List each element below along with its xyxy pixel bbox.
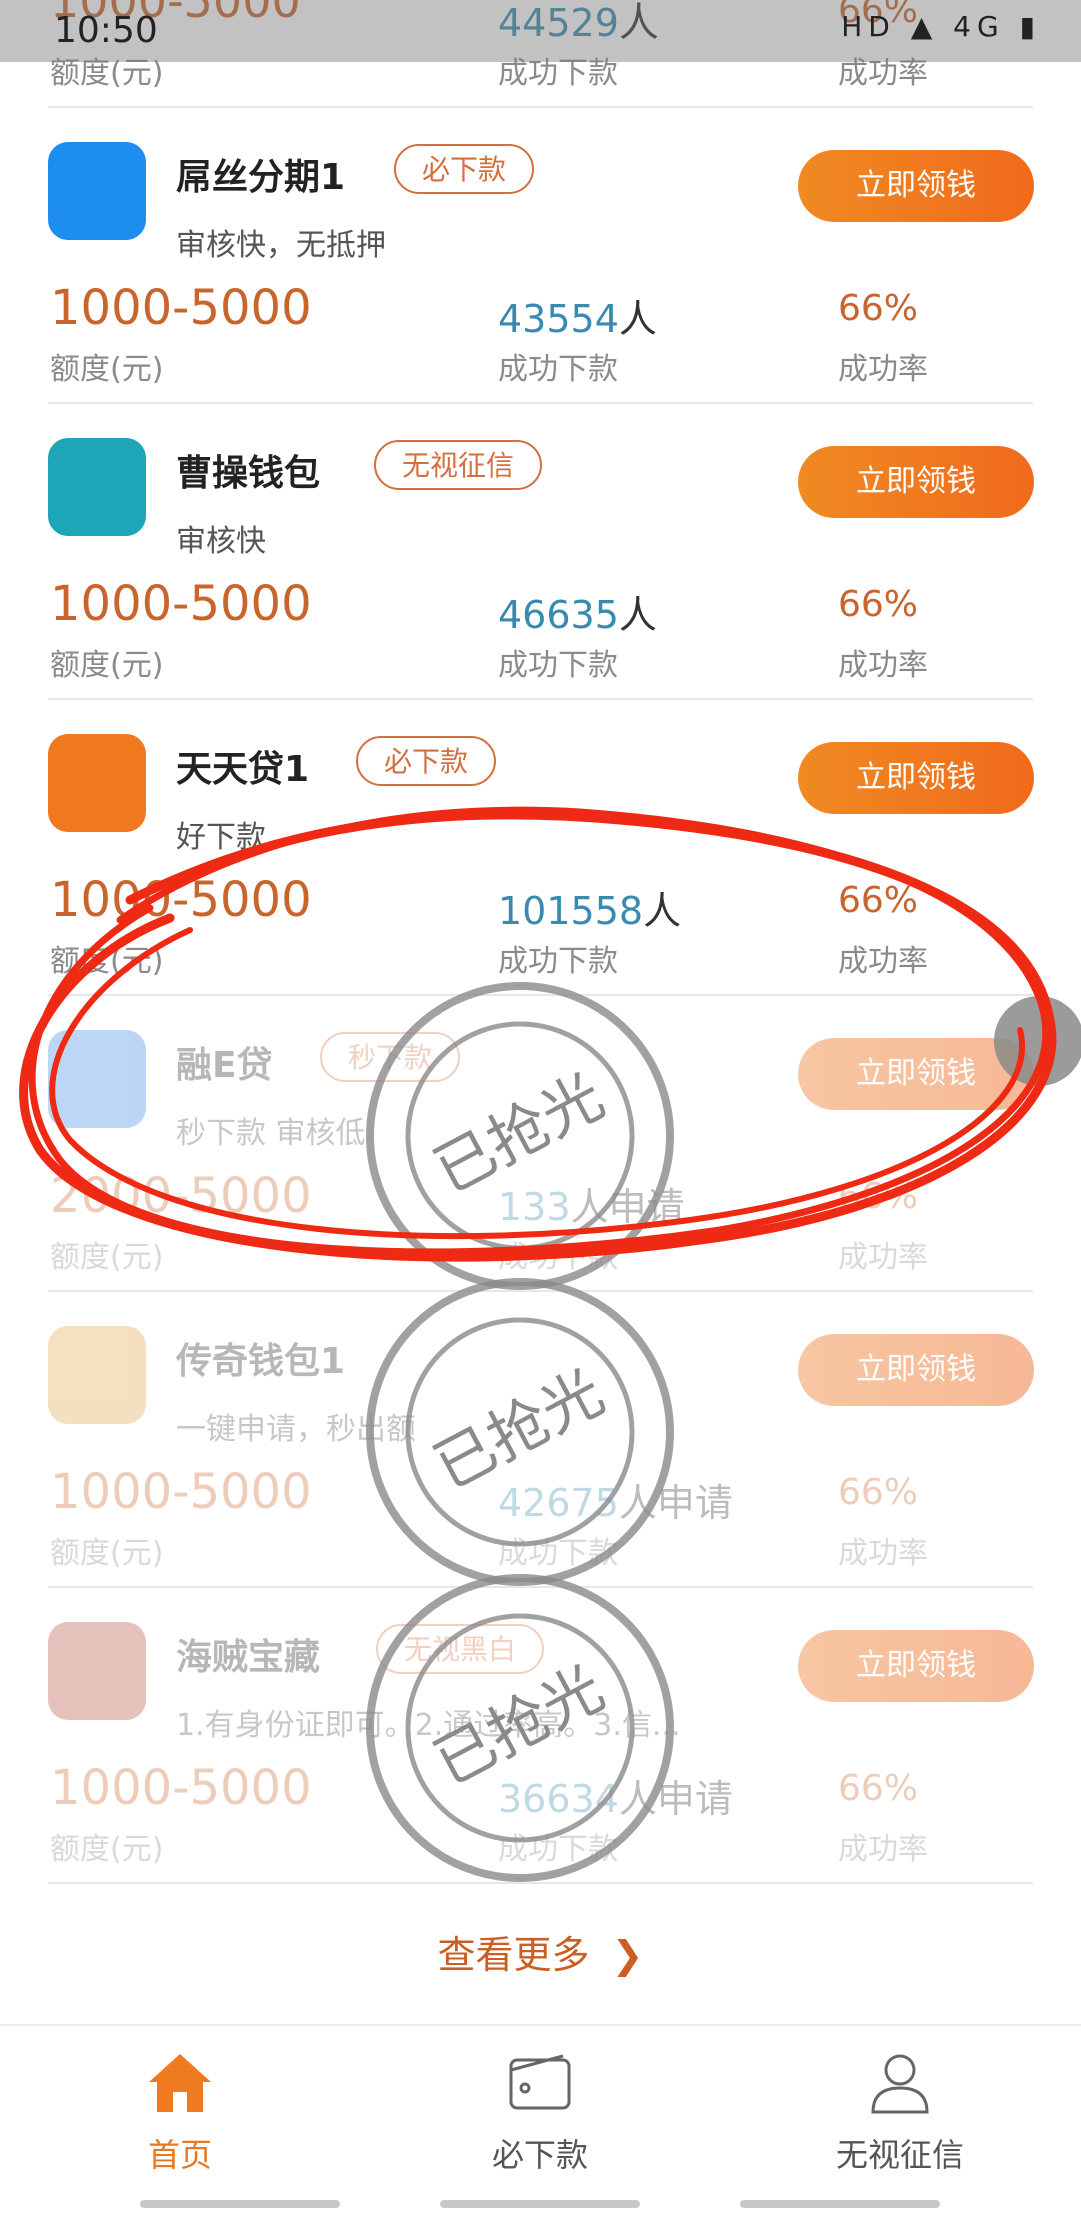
product-tag: 必下款 — [356, 736, 497, 786]
product-card[interactable]: 屌丝分期1 必下款 审核快，无抵押 1000-5000 额度(元) 43554人… — [0, 108, 1081, 404]
see-more-label: 查看更多 — [437, 1933, 590, 1977]
tab-label: 无视征信 — [835, 2136, 964, 2174]
product-tag: 无视征信 — [374, 440, 543, 490]
count-value: 43554人 — [498, 297, 657, 341]
tab-no-credit-check[interactable]: 无视征信 — [780, 2050, 1020, 2176]
rate-value: 66% — [838, 1768, 919, 1809]
count-label: 成功下款 — [498, 1240, 618, 1275]
rate-value: 66% — [838, 288, 919, 329]
product-description: 审核快 — [176, 524, 266, 559]
count-value: 133人申请 — [498, 1185, 685, 1229]
status-bar: 10:50 HD ▲ 4G ▮ — [0, 0, 1081, 62]
amount-label: 额度(元) — [50, 648, 164, 683]
status-icons: HD ▲ 4G ▮ — [841, 10, 1041, 43]
claim-money-button[interactable]: 立即领钱 — [798, 446, 1034, 518]
tab-label: 必下款 — [491, 2136, 588, 2174]
claim-money-button[interactable]: 立即领钱 — [798, 742, 1034, 814]
product-name: 海贼宝藏 — [176, 1637, 321, 1678]
product-name: 融E贷 — [176, 1045, 273, 1086]
amount-value: 2000-5000 — [50, 1168, 312, 1224]
product-name: 天天贷1 — [176, 749, 310, 790]
count-label: 成功下款 — [498, 352, 618, 387]
rate-value: 66% — [838, 584, 919, 625]
amount-label: 额度(元) — [50, 1832, 164, 1867]
product-name: 传奇钱包1 — [176, 1341, 346, 1382]
user-icon — [871, 2054, 929, 2114]
product-name: 曹操钱包 — [176, 453, 321, 494]
amount-value: 1000-5000 — [50, 1760, 312, 1816]
app-logo-icon — [48, 1030, 146, 1128]
rate-label: 成功率 — [838, 648, 928, 683]
app-logo-icon — [48, 438, 146, 536]
count-value: 46635人 — [498, 593, 657, 637]
app-logo-icon — [48, 1622, 146, 1720]
amount-label: 额度(元) — [50, 1240, 164, 1275]
count-value: 36634人申请 — [498, 1777, 733, 1821]
nav-pill — [140, 2200, 340, 2208]
amount-label: 额度(元) — [50, 944, 164, 979]
nav-pill — [740, 2200, 940, 2208]
product-description: 好下款 — [176, 820, 266, 855]
count-value: 101558人 — [498, 889, 682, 933]
app-logo-icon — [48, 1326, 146, 1424]
app-logo-icon — [48, 142, 146, 240]
tab-home[interactable]: 首页 — [60, 2050, 300, 2176]
nav-pill — [440, 2200, 640, 2208]
product-description: 审核快，无抵押 — [176, 228, 386, 263]
see-more-link[interactable]: 查看更多 ❯ — [0, 1924, 1081, 1979]
status-time: 10:50 — [54, 10, 158, 51]
count-label: 成功下款 — [498, 648, 618, 683]
rate-label: 成功率 — [838, 1832, 928, 1867]
claim-money-button[interactable]: 立即领钱 — [798, 150, 1034, 222]
product-card[interactable]: 海贼宝藏 无视黑白 1.有身份证即可。2.通过率高。3.信... 1000-50… — [0, 1588, 1081, 1884]
product-description: 秒下款 审核低 — [176, 1116, 366, 1151]
amount-value: 1000-5000 — [50, 872, 312, 928]
amount-value: 1000-5000 — [50, 280, 312, 336]
product-card[interactable]: 天天贷1 必下款 好下款 1000-5000 额度(元) 101558人 成功下… — [0, 700, 1081, 996]
product-card[interactable]: 曹操钱包 无视征信 审核快 1000-5000 额度(元) 46635人 成功下… — [0, 404, 1081, 700]
product-tag: 秒下款 — [320, 1032, 461, 1082]
rate-value: 66% — [838, 1472, 919, 1513]
count-label: 成功下款 — [498, 1536, 618, 1571]
product-card[interactable]: 传奇钱包1 一键申请，秒出额 1000-5000 额度(元) 42675人申请 … — [0, 1292, 1081, 1588]
claim-money-button[interactable]: 立即领钱 — [798, 1630, 1034, 1702]
divider — [48, 1882, 1033, 1884]
amount-label: 额度(元) — [50, 1536, 164, 1571]
product-description: 1.有身份证即可。2.通过率高。3.信... — [176, 1708, 681, 1743]
amount-value: 1000-5000 — [50, 1464, 312, 1520]
count-label: 成功下款 — [498, 944, 618, 979]
app-logo-icon — [48, 734, 146, 832]
floating-handle[interactable] — [994, 996, 1081, 1086]
rate-label: 成功率 — [838, 1536, 928, 1571]
tab-label: 首页 — [147, 2136, 212, 2174]
product-tag: 无视黑白 — [376, 1624, 545, 1674]
product-tag: 必下款 — [394, 144, 535, 194]
rate-label: 成功率 — [838, 352, 928, 387]
rate-value: 66% — [838, 1176, 919, 1217]
tab-must-loan[interactable]: 必下款 — [420, 2050, 660, 2176]
product-card[interactable]: 融E贷 秒下款 秒下款 审核低 2000-5000 额度(元) 133人申请 成… — [0, 996, 1081, 1292]
chevron-right-icon: ❯ — [611, 1933, 644, 1977]
wallet-icon — [509, 2054, 571, 2110]
rate-label: 成功率 — [838, 944, 928, 979]
count-label: 成功下款 — [498, 1832, 618, 1867]
claim-money-button[interactable]: 立即领钱 — [798, 1334, 1034, 1406]
amount-label: 额度(元) — [50, 352, 164, 387]
count-value: 42675人申请 — [498, 1481, 733, 1525]
rate-value: 66% — [838, 880, 919, 921]
product-description: 一键申请，秒出额 — [176, 1412, 416, 1447]
product-name: 屌丝分期1 — [176, 157, 346, 198]
home-icon — [149, 2054, 211, 2112]
amount-value: 1000-5000 — [50, 576, 312, 632]
rate-label: 成功率 — [838, 1240, 928, 1275]
bottom-tab-bar: 首页 必下款 无视征信 — [0, 2024, 1081, 2222]
